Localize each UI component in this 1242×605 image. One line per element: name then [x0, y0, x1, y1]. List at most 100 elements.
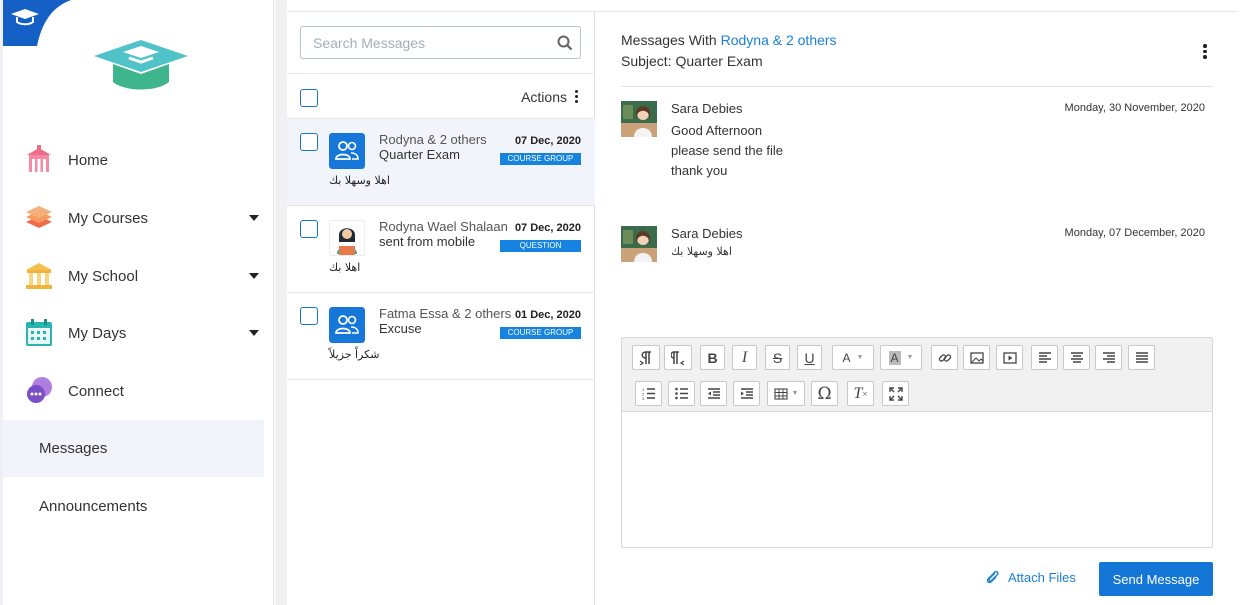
message-line: اهلا وسهلا بك [671, 245, 732, 258]
thread-date: 07 Dec, 2020 [514, 135, 581, 147]
message-line: please send the file [671, 143, 784, 158]
nav-my-courses-label: My Courses [68, 209, 149, 227]
align-justify-icon[interactable] [1128, 345, 1155, 370]
thread-subject: Quarter Exam [379, 147, 460, 162]
ordered-list-icon[interactable]: 123 [635, 381, 662, 406]
rich-text-editor: B I S U A ▼ A ▼ 1 2 3 ▼ Ω T × [621, 337, 1213, 548]
thread-badge: COURSE GROUP [500, 153, 581, 165]
svg-text:3: 3 [642, 396, 645, 400]
video-icon[interactable] [996, 345, 1023, 370]
thread-checkbox[interactable] [300, 220, 318, 238]
sub-nav-messages-label: Messages [39, 440, 108, 457]
thread-preview: اهلا وسهلا بك [329, 174, 390, 187]
message-list-panel: Actions Rodyna & 2 others Quarter Exam 0… [287, 12, 595, 605]
paragraph-rtl-icon[interactable] [664, 345, 692, 370]
nav-connect-label: Connect [68, 382, 124, 400]
nav-my-days[interactable]: My Days [3, 305, 267, 361]
thread-badge: QUESTION [500, 240, 581, 252]
actions-menu[interactable]: Actions [521, 88, 579, 105]
conversation-panel: Messages With Rodyna & 2 others Subject:… [597, 12, 1238, 605]
actions-label: Actions [521, 88, 567, 105]
thread-row[interactable]: Rodyna Wael Shalaan sent from mobile 07 … [287, 206, 595, 293]
outdent-icon[interactable] [700, 381, 727, 406]
school-building-icon [27, 145, 51, 172]
books-stack-icon [26, 206, 52, 228]
participants-prefix: Messages With [621, 32, 717, 48]
nav-my-school[interactable]: My School [3, 248, 267, 304]
attach-files-label: Attach Files [1008, 569, 1076, 585]
group-icon [329, 133, 365, 169]
kebab-menu-icon [575, 88, 579, 105]
thread-preview: شكراً جزيلاً [329, 348, 380, 361]
align-right-icon[interactable] [1095, 345, 1122, 370]
nav-my-school-label: My School [68, 267, 139, 285]
link-icon[interactable] [931, 345, 958, 370]
chevron-down-icon[interactable] [249, 330, 259, 336]
thread-badge: COURSE GROUP [500, 327, 581, 339]
italic-icon[interactable]: I [732, 345, 757, 370]
thread-date: 01 Dec, 2020 [514, 309, 581, 321]
chevron-down-icon[interactable] [249, 215, 259, 221]
paragraph-ltr-icon[interactable] [632, 345, 660, 370]
sub-nav-announcements[interactable]: Announcements [3, 478, 264, 535]
nav-connect[interactable]: Connect [3, 363, 267, 419]
message-date: Monday, 30 November, 2020 [1064, 102, 1205, 114]
message-line: Good Afternoon [671, 123, 763, 138]
thread-checkbox[interactable] [300, 133, 318, 151]
search-icon[interactable] [557, 35, 573, 51]
paperclip-icon [986, 570, 999, 584]
sub-nav-announcements-label: Announcements [39, 498, 148, 515]
clear-format-icon[interactable]: T × [847, 381, 874, 406]
kebab-menu-icon[interactable] [1203, 42, 1209, 61]
thread-row[interactable]: Fatma Essa & 2 others Excuse 01 Dec, 202… [287, 293, 595, 380]
chat-bubbles-icon [27, 377, 52, 403]
sender-avatar [621, 101, 657, 137]
school-logo-icon [94, 40, 188, 90]
align-left-icon[interactable] [1031, 345, 1058, 370]
app-window: Home My Courses My School My Days Connec… [0, 0, 1242, 605]
nav-my-courses[interactable]: My Courses [3, 190, 267, 246]
thread-subject: Excuse [379, 321, 422, 336]
sidebar: Home My Courses My School My Days Connec… [0, 0, 274, 605]
corner-logo-icon[interactable] [3, 0, 71, 46]
font-color-icon[interactable]: A ▼ [832, 345, 874, 370]
special-char-icon[interactable]: Ω [811, 381, 838, 406]
strikethrough-icon[interactable]: S [765, 345, 790, 370]
message-line: thank you [671, 163, 728, 178]
message-sender: Sara Debies [671, 226, 743, 241]
top-strip [287, 0, 1238, 12]
divider [621, 86, 1213, 87]
message-sender: Sara Debies [671, 101, 743, 116]
nav-home[interactable]: Home [3, 132, 267, 188]
indent-icon[interactable] [733, 381, 760, 406]
editor-body[interactable] [622, 413, 1212, 547]
student-avatar [329, 220, 365, 256]
highlight-color-icon[interactable]: A ▼ [880, 345, 922, 370]
thread-date: 07 Dec, 2020 [514, 222, 581, 234]
bullet-list-icon[interactable] [668, 381, 695, 406]
sender-avatar [621, 226, 657, 262]
attach-files-link[interactable]: Attach Files [985, 569, 1076, 585]
conversation-participants: Messages With Rodyna & 2 others [621, 32, 837, 48]
nav-my-days-label: My Days [68, 324, 127, 342]
editor-toolbar: B I S U A ▼ A ▼ 1 2 3 ▼ Ω T × [622, 338, 1212, 412]
participants-link[interactable]: Rodyna & 2 others [721, 32, 837, 48]
sub-nav-messages[interactable]: Messages [3, 420, 264, 477]
align-center-icon[interactable] [1063, 345, 1090, 370]
thread-checkbox[interactable] [300, 307, 318, 325]
chevron-down-icon[interactable] [249, 273, 259, 279]
bold-icon[interactable]: B [700, 345, 725, 370]
send-message-button[interactable]: Send Message [1099, 562, 1213, 596]
thread-subject: sent from mobile [379, 234, 476, 249]
school-pillars-icon [26, 263, 52, 289]
fullscreen-icon[interactable] [882, 381, 909, 406]
image-icon[interactable] [963, 345, 990, 370]
thread-row[interactable]: Rodyna & 2 others Quarter Exam 07 Dec, 2… [287, 119, 595, 206]
underline-icon[interactable]: U [797, 345, 822, 370]
list-header: Actions [287, 73, 595, 119]
search-input[interactable] [301, 27, 549, 58]
thread-name: Rodyna Wael Shalaan [379, 219, 508, 234]
select-all-checkbox[interactable] [300, 89, 318, 107]
table-icon[interactable]: ▼ [767, 381, 805, 406]
calendar-icon [26, 319, 52, 346]
